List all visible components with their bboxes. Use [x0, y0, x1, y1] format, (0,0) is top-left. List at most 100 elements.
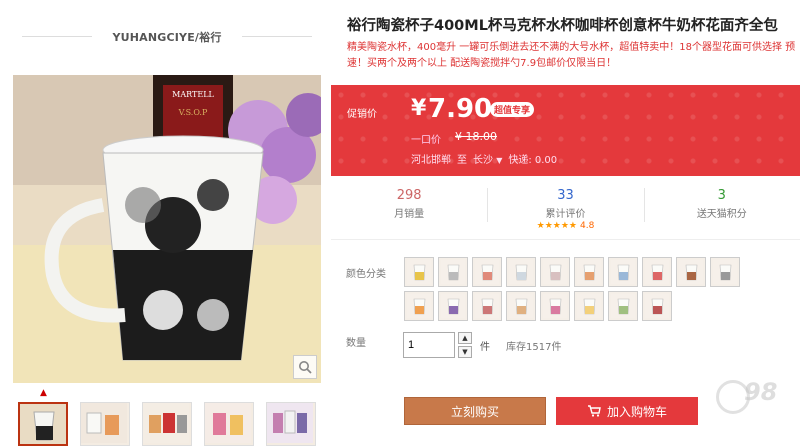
add-to-cart-label: 加入购物车: [606, 404, 667, 419]
swatch-mug-image: [645, 260, 669, 284]
swatch-mug-image: [611, 294, 635, 318]
watermark-text: 98: [744, 378, 778, 406]
color-swatch[interactable]: [608, 257, 638, 287]
buy-now-button[interactable]: 立刻购买: [404, 397, 546, 425]
stat-monthly-sales: 298 月销量: [331, 180, 487, 239]
quantity-label: 数量: [346, 338, 366, 349]
price-badge: 超值专享: [490, 102, 535, 117]
promo-price: 7.90: [428, 94, 493, 124]
cart-icon: [587, 405, 601, 417]
color-swatch[interactable]: [540, 291, 570, 321]
site-watermark: 98: [708, 368, 800, 428]
color-swatch[interactable]: [574, 257, 604, 287]
stat-reviews[interactable]: 33 累计评价 ★★★★★ 4.8: [487, 180, 643, 239]
ship-destination: 长沙: [473, 155, 493, 166]
stat-label: 送天猫积分: [696, 209, 747, 220]
swatch-mug-image: [407, 260, 431, 284]
swatch-mug-image: [509, 260, 533, 284]
shop-header: YUHANGCIYE/裕行: [14, 20, 320, 54]
quantity-decrement-button[interactable]: ▼: [458, 346, 472, 358]
color-swatch[interactable]: [472, 291, 502, 321]
product-subtitle: 精美陶瓷水杯，400毫升 一罐可乐倒进去还不满的大号水杯，超值特卖中！18个器型…: [347, 42, 796, 69]
color-swatch[interactable]: [438, 291, 468, 321]
ship-from: 河北邯郸: [411, 155, 451, 166]
swatch-mug-image: [407, 294, 431, 318]
swatch-mug-image: [509, 294, 533, 318]
color-swatch[interactable]: [608, 291, 638, 321]
swatch-mug-image: [645, 294, 669, 318]
color-swatch[interactable]: [472, 257, 502, 287]
thumbnail[interactable]: [266, 402, 316, 446]
stock-count: 库存1517件: [506, 342, 562, 353]
thumbnail-image: [81, 403, 127, 443]
stat-points: 3 送天猫积分: [643, 180, 800, 239]
shipping-info: 河北邯郸 至 长沙 ▼ 快递: 0.00: [411, 151, 557, 166]
color-swatch[interactable]: [642, 291, 672, 321]
chevron-down-icon: ▼: [496, 156, 503, 165]
original-price-value: 18.00: [465, 130, 498, 143]
ship-destination-select[interactable]: 长沙 ▼: [473, 151, 502, 166]
swatch-mug-image: [713, 260, 737, 284]
magnifier-icon: [299, 361, 312, 374]
swatch-mug-image: [543, 294, 567, 318]
stat-label: 累计评价: [545, 209, 586, 220]
color-swatch[interactable]: [642, 257, 672, 287]
thumbnail-image: [143, 403, 189, 443]
thumbnail-strip: [18, 402, 316, 446]
price-panel-pattern: [331, 85, 800, 176]
main-product-image[interactable]: MARTELL V.S.O.P: [13, 75, 321, 383]
color-swatch[interactable]: [506, 257, 536, 287]
quantity-input[interactable]: [403, 332, 455, 358]
color-swatch[interactable]: [506, 291, 536, 321]
add-to-cart-button[interactable]: 加入购物车: [556, 397, 698, 425]
rating-stars: ★★★★★ 4.8: [487, 221, 643, 231]
color-swatch[interactable]: [404, 257, 434, 287]
quantity-unit: 件: [480, 342, 490, 353]
color-swatch[interactable]: [710, 257, 740, 287]
color-swatch[interactable]: [676, 257, 706, 287]
thumbnail[interactable]: [142, 402, 192, 446]
thumbnail[interactable]: [204, 402, 254, 446]
rating-score: 4.8: [580, 221, 595, 231]
color-swatch[interactable]: [438, 257, 468, 287]
price-panel: 促销价 ¥ 7.90 超值专享 一口价 ¥ 18.00 河北邯郸 至 长沙 ▼ …: [331, 85, 800, 176]
original-price: ¥ 18.00: [455, 130, 497, 143]
chevron-up-icon[interactable]: ▲: [40, 388, 47, 398]
swatch-mug-image: [577, 294, 601, 318]
swatch-mug-image: [441, 260, 465, 284]
svg-text:V.S.O.P: V.S.O.P: [178, 108, 208, 117]
color-swatch-list: [404, 257, 749, 321]
thumbnail[interactable]: [80, 402, 130, 446]
swatch-mug-image: [441, 294, 465, 318]
color-swatch[interactable]: [540, 257, 570, 287]
price-currency: ¥: [411, 96, 427, 121]
color-swatch[interactable]: [404, 291, 434, 321]
shop-name[interactable]: YUHANGCIYE/裕行: [112, 29, 221, 45]
divider: [22, 36, 92, 37]
swatch-mug-image: [475, 260, 499, 284]
thumbnail-image: [20, 404, 66, 444]
buy-now-label: 立刻购买: [450, 404, 499, 419]
stat-label: 月销量: [394, 209, 425, 220]
thumbnail[interactable]: [18, 402, 68, 446]
stat-value: 3: [717, 188, 726, 203]
color-option-label: 颜色分类: [346, 269, 386, 280]
svg-text:MARTELL: MARTELL: [172, 90, 214, 99]
ship-to-word: 至: [457, 155, 467, 166]
express-fee: 快递: 0.00: [508, 155, 558, 166]
stat-value: 298: [396, 188, 422, 203]
product-title: 裕行陶瓷杯子400ML杯马克杯水杯咖啡杯创意杯牛奶杯花面齐全包: [347, 18, 778, 34]
promo-label: 促销价: [347, 109, 377, 120]
zoom-button[interactable]: [293, 355, 317, 379]
swatch-mug-image: [543, 260, 567, 284]
quantity-increment-button[interactable]: ▲: [458, 332, 472, 344]
star-icons: ★★★★★: [536, 221, 577, 231]
color-swatch[interactable]: [574, 291, 604, 321]
thumbnail-image: [267, 403, 313, 443]
swatch-mug-image: [577, 260, 601, 284]
original-price-currency: ¥: [455, 130, 462, 143]
divider: [242, 36, 312, 37]
mug-photo: MARTELL V.S.O.P: [13, 75, 321, 383]
swatch-mug-image: [475, 294, 499, 318]
swatch-mug-image: [679, 260, 703, 284]
